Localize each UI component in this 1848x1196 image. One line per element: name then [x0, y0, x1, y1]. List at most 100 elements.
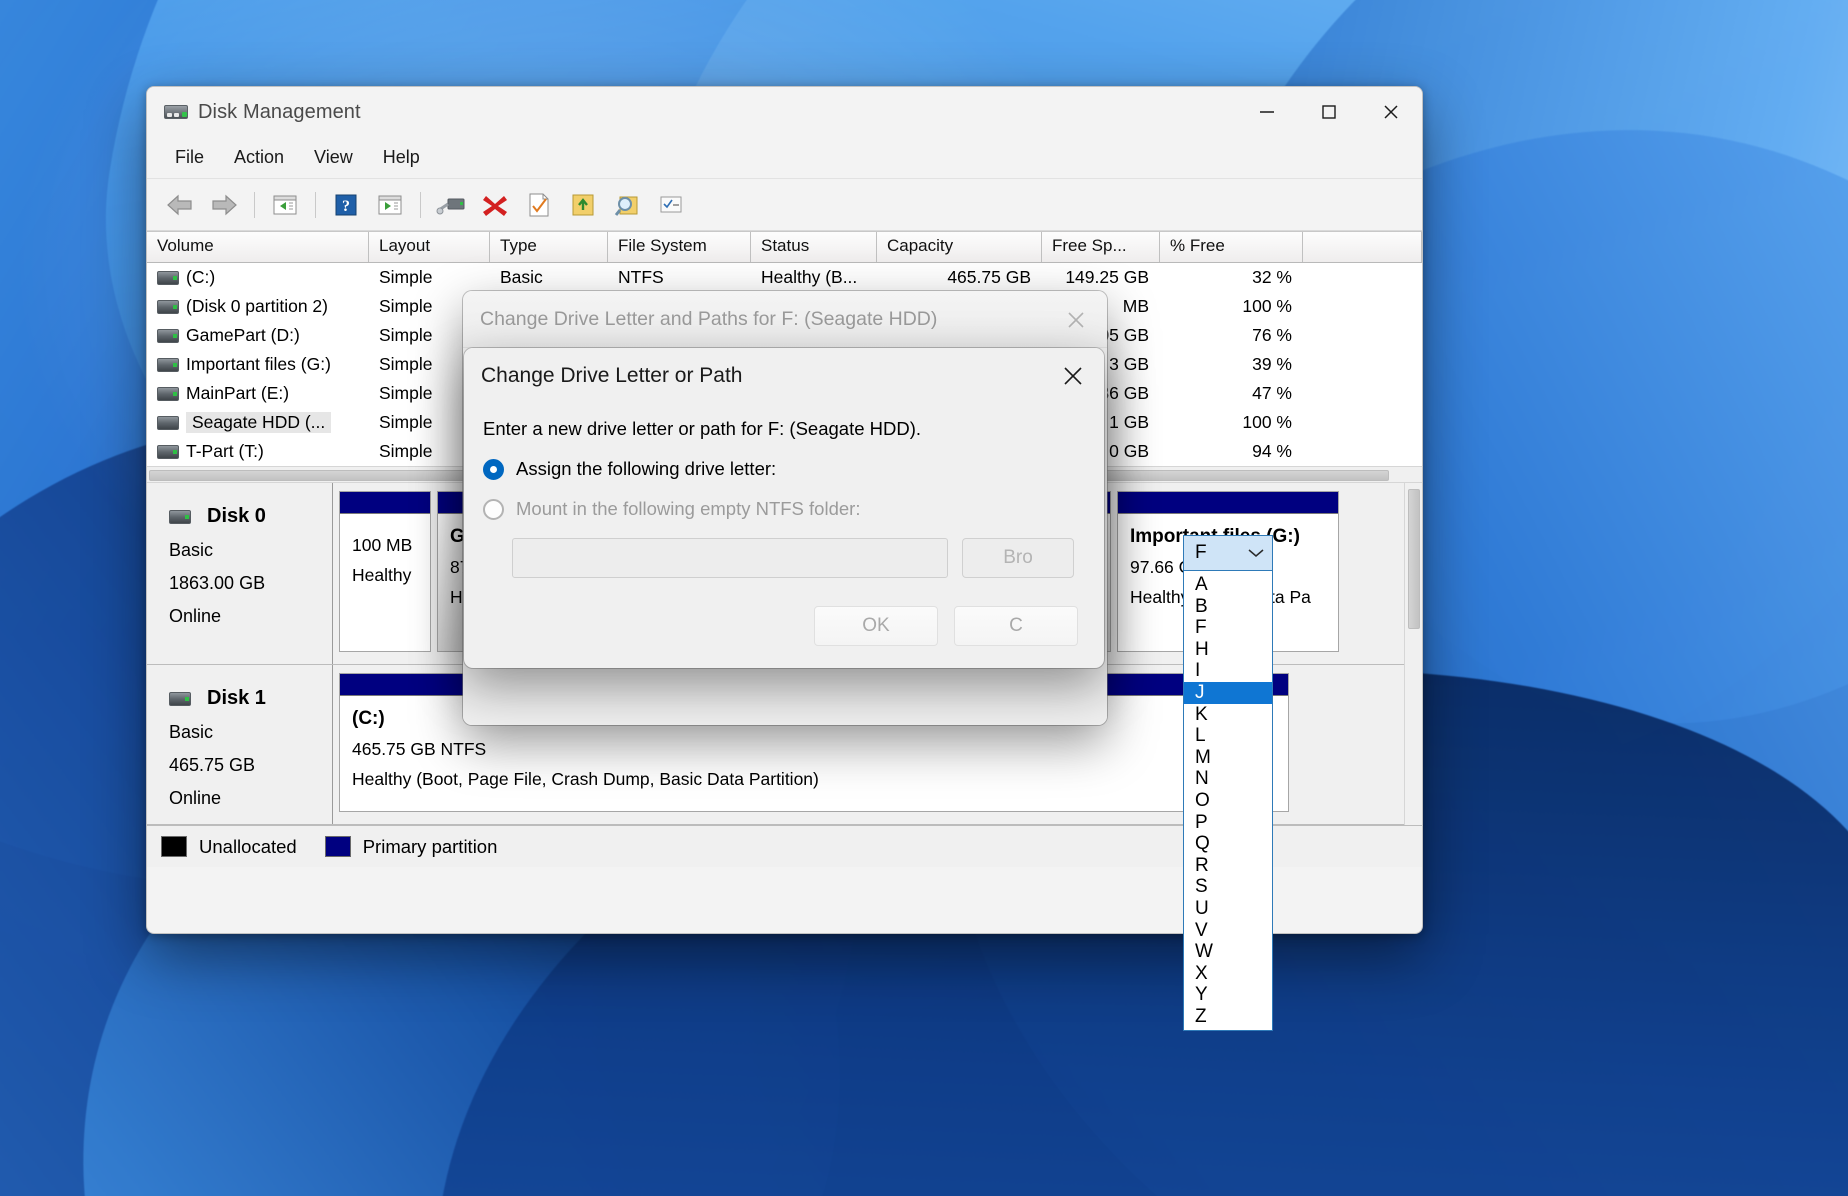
partition-status: Healthy (Boot, Page File, Crash Dump, Ba… [352, 769, 819, 789]
menu-view[interactable]: View [300, 142, 367, 173]
disk-pane-vertical-scrollbar[interactable] [1404, 483, 1422, 825]
show-console-tree-icon[interactable] [369, 185, 411, 225]
table-row[interactable]: (C:) Simple Basic NTFS Healthy (B... 465.75 G… [147, 263, 1422, 292]
minimize-button[interactable] [1236, 87, 1298, 137]
column-header-percent-free[interactable]: % Free [1160, 232, 1303, 262]
browse-button[interactable]: Bro [962, 538, 1074, 578]
column-header-status[interactable]: Status [751, 232, 877, 262]
drive-letter-option[interactable]: P [1184, 812, 1272, 834]
window-title: Disk Management [198, 100, 361, 123]
back-dialog-footer: OK Ca [463, 716, 1107, 725]
toolbar-separator [315, 191, 316, 218]
delete-icon[interactable] [474, 185, 516, 225]
radio-mount-unselected[interactable] [483, 498, 504, 520]
close-button[interactable] [1360, 87, 1422, 137]
drive-letter-option[interactable]: Z [1184, 1006, 1272, 1028]
rescan-disks-icon[interactable] [430, 185, 472, 225]
magnify-icon[interactable] [606, 185, 648, 225]
front-dialog-cancel-button[interactable]: C [954, 606, 1078, 646]
drive-letter-option[interactable]: J [1184, 681, 1272, 704]
drive-letter-combo-button[interactable]: F [1183, 535, 1273, 571]
front-dialog-ok-button[interactable]: OK [814, 606, 938, 646]
radio-assign-selected[interactable] [483, 458, 504, 480]
help-icon[interactable]: ? [325, 185, 367, 225]
drive-letter-option[interactable]: R [1184, 855, 1272, 877]
cell-text: MainPart (E:) [186, 383, 290, 403]
forward-arrow-icon[interactable] [203, 185, 245, 225]
mount-ntfs-folder-option[interactable]: Mount in the following empty NTFS folder… [483, 498, 1104, 520]
disk-name-label: Disk 1 [207, 687, 266, 709]
drive-letter-option[interactable]: V [1184, 920, 1272, 942]
export-list-icon[interactable] [562, 185, 604, 225]
disk-info-0: Disk 0 Basic 1863.00 GB Online [147, 483, 333, 664]
drive-letter-option[interactable]: W [1184, 941, 1272, 963]
disk-title-1: Disk 1 [169, 687, 332, 710]
back-dialog-title-bar[interactable]: Change Drive Letter and Paths for F: (Se… [463, 291, 1107, 348]
column-header-layout[interactable]: Layout [369, 232, 490, 262]
drive-letter-option[interactable]: K [1184, 704, 1272, 726]
cell-pct: 39 % [1252, 354, 1292, 374]
column-header-extra[interactable] [1303, 232, 1422, 262]
drive-icon [157, 329, 179, 343]
back-arrow-icon[interactable] [159, 185, 201, 225]
cell-type: Basic [500, 267, 543, 287]
drive-letter-option[interactable]: N [1184, 768, 1272, 790]
drive-letter-option[interactable]: H [1184, 639, 1272, 661]
drive-letter-option[interactable]: O [1184, 790, 1272, 812]
drive-letter-option[interactable]: A [1184, 574, 1272, 596]
partition-status: Healthy [352, 565, 412, 585]
drive-letter-option[interactable]: U [1184, 898, 1272, 920]
maximize-button[interactable] [1298, 87, 1360, 137]
cell-volume: GamePart (D:) [147, 325, 369, 346]
cell-volume: MainPart (E:) [147, 383, 369, 404]
cell-fs: NTFS [618, 267, 664, 287]
assign-drive-letter-option[interactable]: Assign the following drive letter: [483, 458, 1104, 480]
front-dialog-title-bar[interactable]: Change Drive Letter or Path [464, 348, 1104, 404]
menu-help[interactable]: Help [369, 142, 434, 173]
column-header-type[interactable]: Type [490, 232, 608, 262]
close-icon[interactable] [1061, 305, 1091, 335]
drive-letter-option[interactable]: S [1184, 876, 1272, 898]
front-dialog-footer: OK C [814, 606, 1078, 646]
cell-pct: 100 % [1242, 412, 1292, 432]
properties-icon[interactable] [518, 185, 560, 225]
drive-letter-option[interactable]: B [1184, 596, 1272, 618]
drive-letter-option[interactable]: Q [1184, 833, 1272, 855]
cell-text: Important files (G:) [186, 354, 331, 374]
cell-volume: Seagate HDD (... [147, 412, 369, 433]
menu-file[interactable]: File [161, 142, 218, 173]
column-header-free-space[interactable]: Free Sp... [1042, 232, 1160, 262]
cell-text: T-Part (T:) [186, 441, 264, 461]
drive-icon [157, 358, 179, 372]
menu-action[interactable]: Action [220, 142, 298, 173]
column-header-volume[interactable]: Volume [147, 232, 369, 262]
drive-letter-options-list[interactable]: ABFHIJKLMNOPQRSUVWXYZ [1183, 571, 1273, 1032]
scrollbar-thumb[interactable] [1408, 489, 1420, 629]
mount-path-input[interactable] [512, 538, 948, 578]
title-bar[interactable]: Disk Management [147, 87, 1422, 137]
cell-volume: (C:) [147, 267, 369, 288]
column-header-file-system[interactable]: File System [608, 232, 751, 262]
cell-pct: 32 % [1252, 267, 1292, 287]
up-one-level-icon[interactable] [264, 185, 306, 225]
cell-volume: Important files (G:) [147, 354, 369, 375]
drive-letter-option[interactable]: Y [1184, 984, 1272, 1006]
drive-letter-option[interactable]: M [1184, 747, 1272, 769]
menu-bar: File Action View Help [147, 137, 1422, 179]
drive-letter-option[interactable]: I [1184, 660, 1272, 682]
cell-pct: 47 % [1252, 383, 1292, 403]
toolbar-separator [420, 191, 421, 218]
drive-letter-option[interactable]: F [1184, 617, 1272, 639]
column-header-capacity[interactable]: Capacity [877, 232, 1042, 262]
close-icon[interactable] [1058, 361, 1088, 391]
volume-table-header: Volume Layout Type File System Status Ca… [147, 231, 1422, 263]
cell-status: Healthy (B... [761, 267, 858, 287]
drive-letter-option[interactable]: X [1184, 963, 1272, 985]
disk-drive-icon [169, 509, 191, 524]
partition-box[interactable]: 100 MB Healthy [339, 491, 431, 652]
checklist-icon[interactable] [650, 185, 692, 225]
drive-icon [157, 300, 179, 314]
window-controls [1236, 87, 1422, 137]
drive-letter-option[interactable]: L [1184, 725, 1272, 747]
assign-drive-letter-label: Assign the following drive letter: [516, 458, 777, 479]
